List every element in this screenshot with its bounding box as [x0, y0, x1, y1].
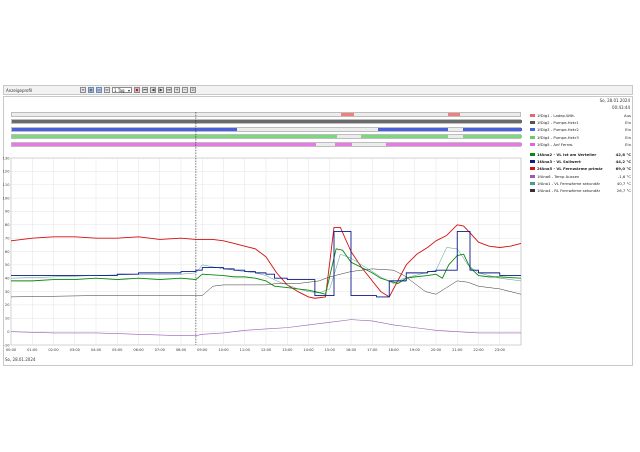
y-tick-label: 100	[3, 196, 11, 200]
x-tick-label: 15:00	[325, 348, 336, 352]
y-tick-label: 90	[5, 210, 10, 214]
x-tick-label: 03:00	[70, 348, 81, 352]
y-tick-label: 20	[5, 303, 10, 307]
x-tick-label: 23:00	[495, 348, 506, 352]
x-tick-label: 08:00	[176, 348, 187, 352]
x-tick-label: 09:00	[197, 348, 208, 352]
y-tick-label: 60	[5, 250, 10, 254]
y-tick-label: 50	[5, 263, 10, 267]
x-tick-label: 10:00	[218, 348, 229, 352]
x-tick-label: 14:00	[303, 348, 314, 352]
x-tick-label: 12:00	[261, 348, 272, 352]
x-tick-label: 02:00	[48, 348, 59, 352]
x-tick-label: 00:00	[6, 348, 17, 352]
x-tick-label: 13:00	[282, 348, 293, 352]
y-tick-label: -10	[4, 343, 11, 347]
x-tick-label: 19:00	[410, 348, 421, 352]
x-tick-label: 16:00	[346, 348, 357, 352]
x-tick-label: 11:00	[240, 348, 251, 352]
y-tick-label: 110	[3, 183, 11, 187]
y-tick-label: 40	[5, 277, 10, 281]
x-tick-label: 20:00	[431, 348, 442, 352]
y-tick-label: 0	[7, 330, 10, 334]
x-tick-label: 01:00	[27, 348, 38, 352]
x-tick-label: 04:00	[91, 348, 102, 352]
x-tick-label: 05:00	[112, 348, 123, 352]
y-tick-label: 120	[3, 170, 11, 174]
y-tick-label: 30	[5, 290, 10, 294]
analog-chart[interactable]: 1301201101009080706050403020100-1000:00 0…	[0, 0, 640, 452]
x-tick-label: 17:00	[367, 348, 378, 352]
y-tick-label: 10	[5, 317, 10, 321]
y-tick-label: 80	[5, 223, 10, 227]
x-tick-label: 22:00	[473, 348, 484, 352]
x-tick-label: 06:00	[133, 348, 144, 352]
footer-date: So, 28.01.2024	[5, 357, 36, 362]
y-tick-label: 70	[5, 236, 10, 240]
x-tick-label: 07:00	[155, 348, 166, 352]
x-tick-label: 21:00	[452, 348, 463, 352]
x-tick-label: 18:00	[388, 348, 399, 352]
y-tick-label: 130	[3, 156, 11, 160]
